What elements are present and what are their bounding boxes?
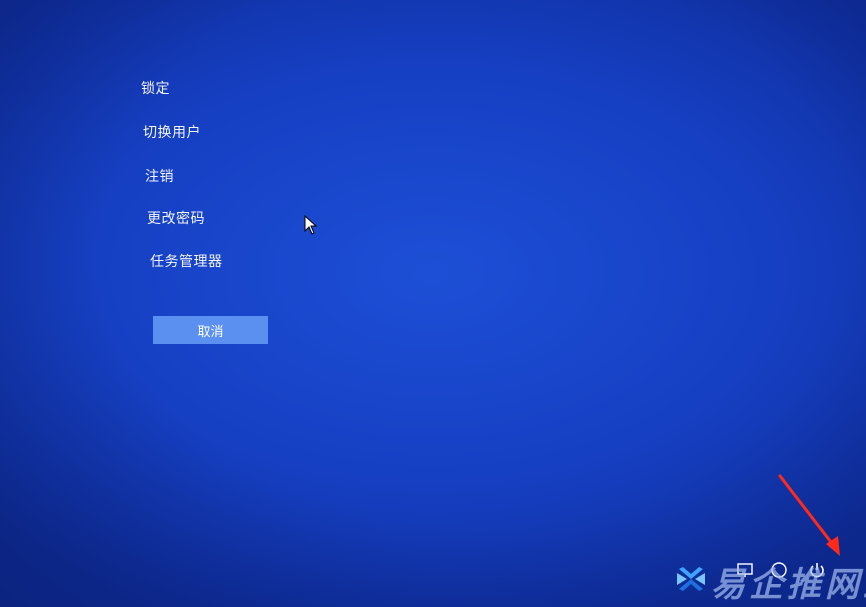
watermark-logo-icon [677, 567, 705, 591]
menu-item-switch-user[interactable]: 切换用户 [143, 122, 201, 142]
menu-item-change-password[interactable]: 更改密码 [147, 208, 205, 228]
menu-item-sign-out[interactable]: 注销 [145, 166, 174, 186]
menu-item-lock[interactable]: 锁定 [141, 78, 170, 98]
red-arrow-annotation [778, 474, 840, 556]
watermark-text: 易企推网络 [711, 565, 866, 605]
mouse-cursor-icon [304, 215, 318, 235]
watermark: 易企推网络 [675, 557, 866, 605]
menu-item-task-manager[interactable]: 任务管理器 [150, 251, 223, 271]
cancel-button[interactable]: 取消 [153, 316, 268, 344]
screen-vignette [0, 0, 866, 607]
